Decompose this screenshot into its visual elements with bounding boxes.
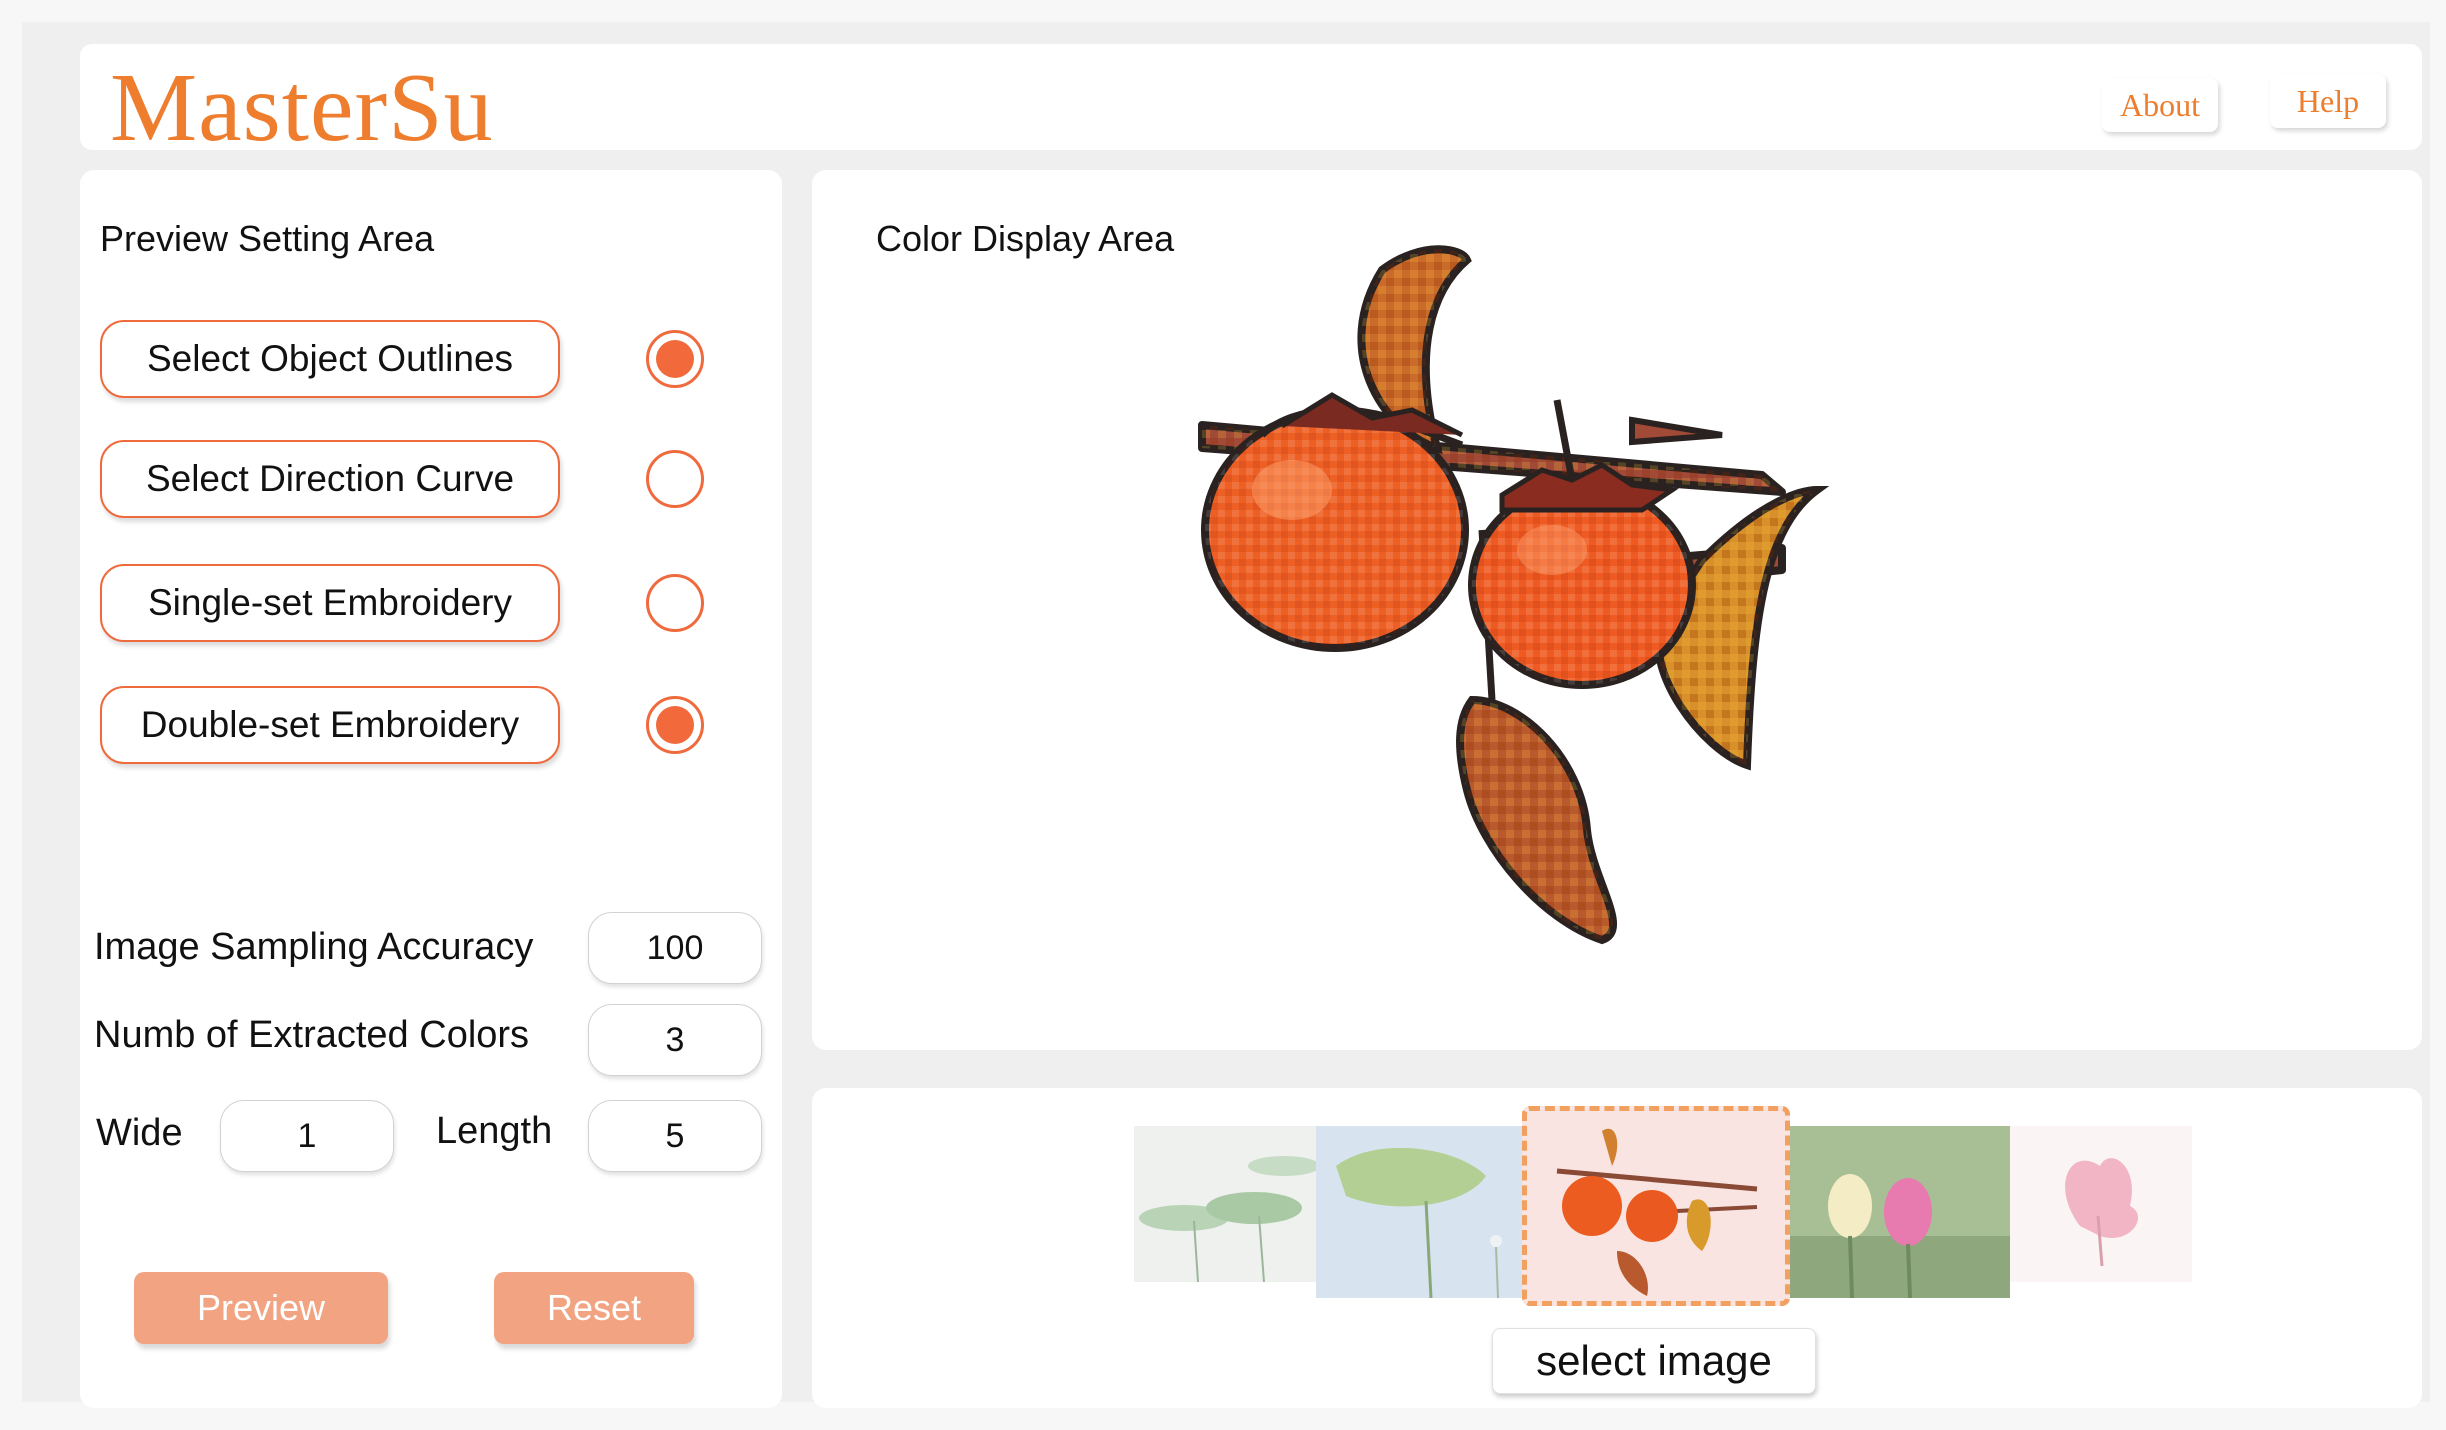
about-button[interactable]: About (2102, 78, 2218, 132)
select-object-outlines-radio[interactable] (646, 330, 704, 388)
preview-setting-title: Preview Setting Area (100, 218, 435, 259)
double-set-embroidery-button[interactable]: Double-set Embroidery (100, 686, 560, 764)
color-display-panel: Color Display Area (812, 170, 2422, 1050)
double-set-embroidery-radio[interactable] (646, 696, 704, 754)
persimmon-thumbnail[interactable] (1522, 1106, 1790, 1306)
sampling-accuracy-label: Image Sampling Accuracy (94, 926, 534, 968)
wide-label: Wide (96, 1112, 183, 1154)
wide-input[interactable] (220, 1100, 394, 1172)
select-image-button[interactable]: select image (1492, 1328, 1816, 1394)
pink-flower-thumbnail[interactable] (2010, 1126, 2192, 1282)
length-label: Length (436, 1110, 553, 1152)
lotus-leaves-thumbnail[interactable] (1134, 1126, 1316, 1282)
image-gallery-panel: select image (812, 1088, 2422, 1408)
select-object-outlines-button[interactable]: Select Object Outlines (100, 320, 560, 398)
preview-setting-panel: Preview Setting Area Select Object Outli… (80, 170, 782, 1408)
single-set-embroidery-button[interactable]: Single-set Embroidery (100, 564, 560, 642)
select-direction-curve-radio[interactable] (646, 450, 704, 508)
preview-button[interactable]: Preview (134, 1272, 388, 1344)
length-input[interactable] (588, 1100, 762, 1172)
extracted-colors-input[interactable] (588, 1004, 762, 1076)
select-direction-curve-button[interactable]: Select Direction Curve (100, 440, 560, 518)
tulips-thumbnail[interactable] (1790, 1126, 2010, 1298)
single-set-embroidery-radio[interactable] (646, 574, 704, 632)
app-logo: MasterSu (110, 54, 494, 162)
app-window: MasterSu About Help Preview Setting Area… (22, 22, 2430, 1408)
reset-button[interactable]: Reset (494, 1272, 694, 1344)
color-display-title: Color Display Area (876, 218, 1175, 259)
persimmon-preview-image (1198, 245, 1830, 945)
header-bar: MasterSu About Help (80, 44, 2422, 162)
sampling-accuracy-input[interactable] (588, 912, 762, 984)
lotus-leaf-blue-thumbnail[interactable] (1316, 1126, 1522, 1298)
help-button[interactable]: Help (2270, 74, 2386, 128)
extracted-colors-label: Numb of Extracted Colors (94, 1014, 530, 1056)
